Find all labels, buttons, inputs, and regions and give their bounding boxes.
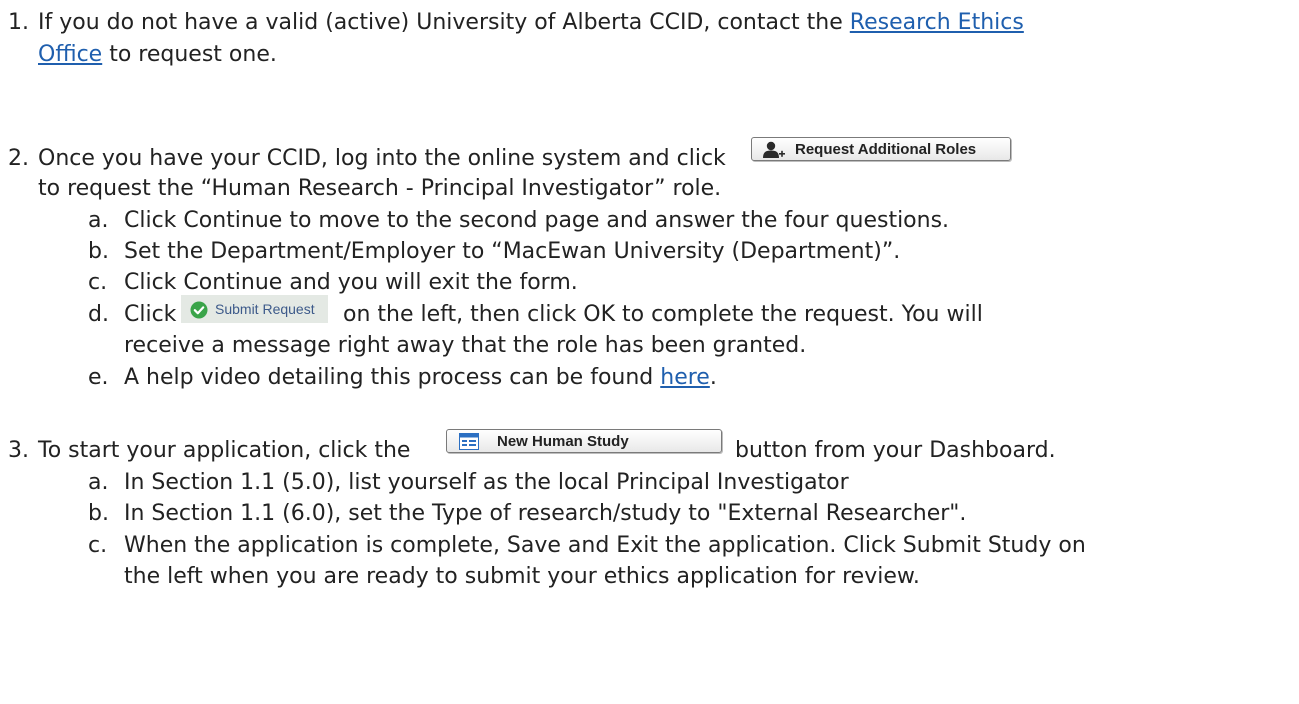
item2a-text: Click Continue to move to the second pag… — [124, 208, 950, 233]
sub-letter-3c: c. — [88, 533, 108, 558]
item2e-line: A help video detailing this process can … — [124, 363, 717, 393]
item3c-text: When the application is complete, Save a… — [124, 533, 1086, 558]
sub-letter-3b: b. — [88, 501, 109, 526]
sub-letter-2a: a. — [88, 208, 109, 233]
item2d-after: on the left, then click OK to complete t… — [343, 302, 983, 327]
item2e-period: . — [709, 365, 717, 390]
item2c-text: Click Continue and you will exit the for… — [124, 270, 578, 295]
list-number-1: 1. — [8, 10, 29, 35]
user-add-icon — [762, 141, 786, 159]
sub-letter-2b: b. — [88, 239, 109, 264]
item2-line2: to request the “Human Research - Princip… — [38, 176, 722, 201]
research-ethics-link-part1[interactable]: Research Ethics — [850, 10, 1024, 35]
item3-before: To start your application, click the — [38, 438, 411, 463]
item2d-before: Click — [124, 302, 177, 327]
research-ethics-link-part2[interactable]: Office — [38, 42, 102, 67]
item3a-text: In Section 1.1 (5.0), list yourself as t… — [124, 470, 849, 495]
new-human-study-label: New Human Study — [497, 433, 629, 450]
item3b-text: In Section 1.1 (6.0), set the Type of re… — [124, 501, 967, 526]
request-additional-roles-label: Request Additional Roles — [795, 141, 977, 158]
list-number-3: 3. — [8, 438, 29, 463]
item1-line2: Office to request one. — [38, 40, 277, 70]
item3-after: button from your Dashboard. — [735, 438, 1056, 463]
check-circle-icon — [190, 300, 208, 319]
submit-request-label: Submit Request — [215, 301, 315, 317]
sub-letter-2e: e. — [88, 365, 109, 390]
item2-text: Once you have your CCID, log into the on… — [38, 146, 726, 171]
help-video-link[interactable]: here — [660, 365, 710, 390]
list-number-2: 2. — [8, 146, 29, 171]
item1-line1: If you do not have a valid (active) Univ… — [38, 8, 1024, 38]
sub-letter-3a: a. — [88, 470, 109, 495]
submit-request-button[interactable]: Submit Request — [181, 295, 328, 323]
sub-letter-2d: d. — [88, 302, 109, 327]
item1-text: If you do not have a valid (active) Univ… — [38, 10, 850, 35]
new-human-study-button[interactable]: New Human Study — [446, 429, 722, 453]
sub-letter-2c: c. — [88, 270, 108, 295]
request-additional-roles-button[interactable]: Request Additional Roles — [751, 137, 1011, 161]
item2e-text: A help video detailing this process can … — [124, 365, 661, 390]
item2-line1: Once you have your CCID, log into the on… — [38, 144, 726, 174]
item1-text-after: to request one. — [102, 42, 277, 67]
item2b-text: Set the Department/Employer to “MacEwan … — [124, 239, 901, 264]
item2d-line2: receive a message right away that the ro… — [124, 333, 807, 358]
item3c-line2: the left when you are ready to submit yo… — [124, 564, 920, 589]
study-form-icon — [459, 433, 479, 450]
